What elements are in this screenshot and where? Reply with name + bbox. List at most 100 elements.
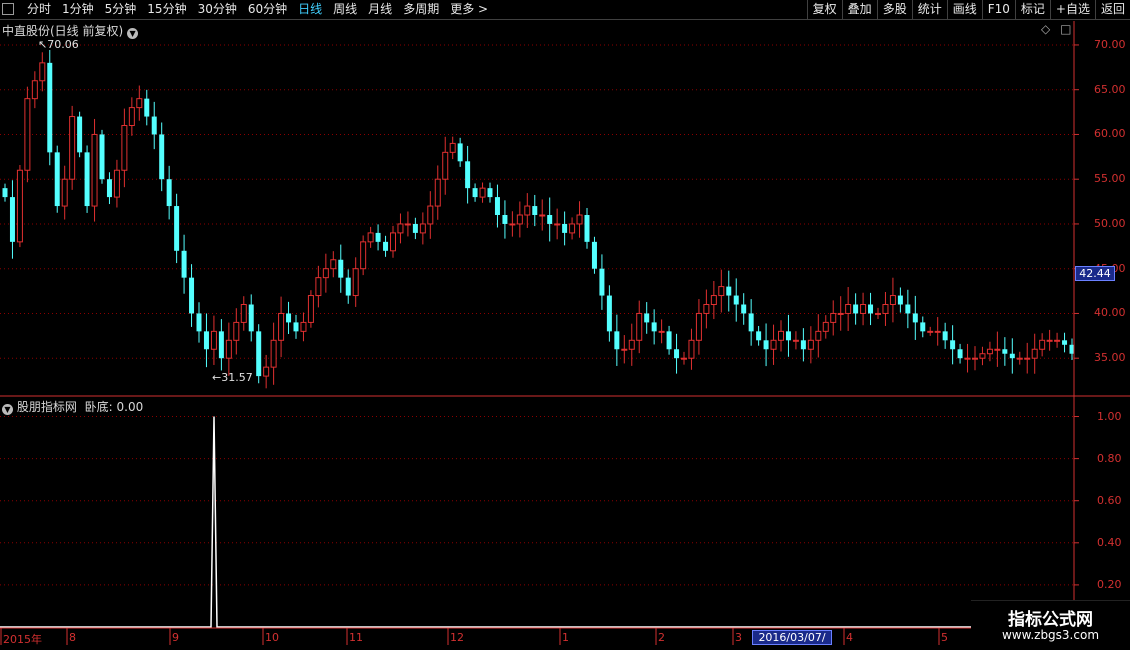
arrow-left-icon: ↖	[38, 38, 48, 51]
candle	[330, 251, 337, 278]
candle	[121, 108, 128, 188]
candle	[726, 270, 732, 312]
current-price-badge: 42.44	[1075, 266, 1115, 281]
candle	[2, 183, 8, 202]
candle	[225, 322, 232, 376]
price-axis-label: 70.00	[1094, 37, 1126, 51]
candle	[695, 299, 702, 355]
candle	[741, 293, 747, 325]
candle	[315, 265, 322, 308]
candle	[1016, 351, 1023, 365]
date-axis-label: 9	[172, 631, 179, 644]
candle	[905, 289, 911, 329]
candle	[994, 331, 1001, 367]
candle	[502, 200, 508, 239]
candle	[128, 97, 135, 136]
candle	[815, 314, 822, 358]
candle	[957, 343, 963, 364]
candle	[897, 287, 903, 313]
candle	[778, 320, 784, 352]
candle	[47, 49, 53, 166]
date-axis-label: 4	[846, 631, 853, 644]
candle	[300, 312, 307, 342]
candle	[412, 217, 418, 240]
candle	[218, 319, 224, 371]
price-axis-label: 60.00	[1094, 127, 1126, 141]
candle	[591, 236, 597, 274]
chevron-down-icon[interactable]: ▼	[127, 28, 139, 39]
indicator-axis-label: 0.60	[1097, 493, 1122, 507]
candle	[196, 302, 202, 343]
candle	[636, 300, 643, 354]
candle	[1002, 337, 1008, 366]
cursor-date-badge: 2016/03/07/—	[752, 630, 832, 650]
date-axis-label: 11	[349, 631, 363, 644]
candle	[666, 325, 672, 355]
candle	[927, 326, 934, 336]
candle	[920, 316, 926, 338]
candle	[837, 296, 844, 331]
candle	[614, 314, 620, 366]
candle	[853, 293, 859, 325]
candle	[174, 193, 180, 264]
candle	[233, 308, 240, 355]
chevron-down-icon[interactable]: ▼	[2, 404, 13, 415]
candle	[882, 291, 889, 326]
candle	[352, 257, 359, 307]
candle	[584, 208, 590, 249]
low-marker: ←31.57	[212, 371, 253, 384]
candle	[1062, 332, 1068, 353]
candle	[868, 292, 874, 326]
candle	[144, 89, 150, 126]
kline-chart[interactable]	[0, 0, 1130, 650]
candle	[136, 85, 143, 121]
watermark: 指标公式网 www.zbgs3.com	[971, 600, 1130, 650]
candle	[166, 165, 172, 220]
candle	[1039, 333, 1046, 357]
square-icon[interactable]: □	[1060, 22, 1071, 36]
watermark-url: www.zbgs3.com	[1001, 628, 1100, 642]
high-marker-value: 70.06	[47, 38, 79, 51]
candle	[644, 302, 650, 334]
candle	[61, 165, 68, 220]
date-axis-label: 10	[265, 631, 279, 644]
candle	[479, 182, 486, 203]
candle	[189, 264, 195, 327]
indicator-axis-label: 0.80	[1097, 451, 1122, 465]
candle	[703, 289, 710, 329]
panel-controls: ◇ □	[1041, 22, 1071, 36]
low-marker-value: 31.57	[221, 371, 253, 384]
candle	[367, 226, 374, 248]
candle	[203, 313, 209, 368]
date-axis-label: 2015年	[3, 633, 42, 646]
candle	[651, 309, 657, 345]
candle	[39, 52, 46, 92]
main-panel-title-row: 中直股份(日线 前复权) ▼	[2, 22, 139, 39]
indicator-axis-label: 0.20	[1097, 577, 1122, 591]
arrow-left-icon: ←	[212, 371, 222, 384]
candle	[934, 317, 941, 346]
candle	[964, 343, 971, 373]
signal-line	[0, 416, 1074, 628]
date-axis-label: 3	[735, 631, 742, 644]
candle	[830, 300, 837, 336]
price-axis-label: 65.00	[1094, 82, 1126, 96]
candle	[457, 137, 463, 167]
candle	[532, 194, 538, 227]
candle	[91, 118, 98, 222]
candle	[390, 225, 396, 258]
date-axis-label: 5	[941, 631, 948, 644]
candle	[674, 333, 680, 374]
candle	[345, 269, 351, 304]
candle	[256, 324, 262, 384]
candle	[31, 71, 38, 109]
diamond-icon[interactable]: ◇	[1041, 22, 1050, 36]
candle	[1031, 333, 1038, 374]
candle	[419, 212, 426, 245]
candle	[69, 105, 76, 190]
watermark-title: 指标公式网	[1008, 610, 1093, 630]
indicator-value-label: 卧底: 0.00	[84, 400, 144, 414]
candle	[681, 351, 687, 365]
candle	[9, 180, 15, 259]
price-axis-label: 50.00	[1094, 216, 1126, 230]
